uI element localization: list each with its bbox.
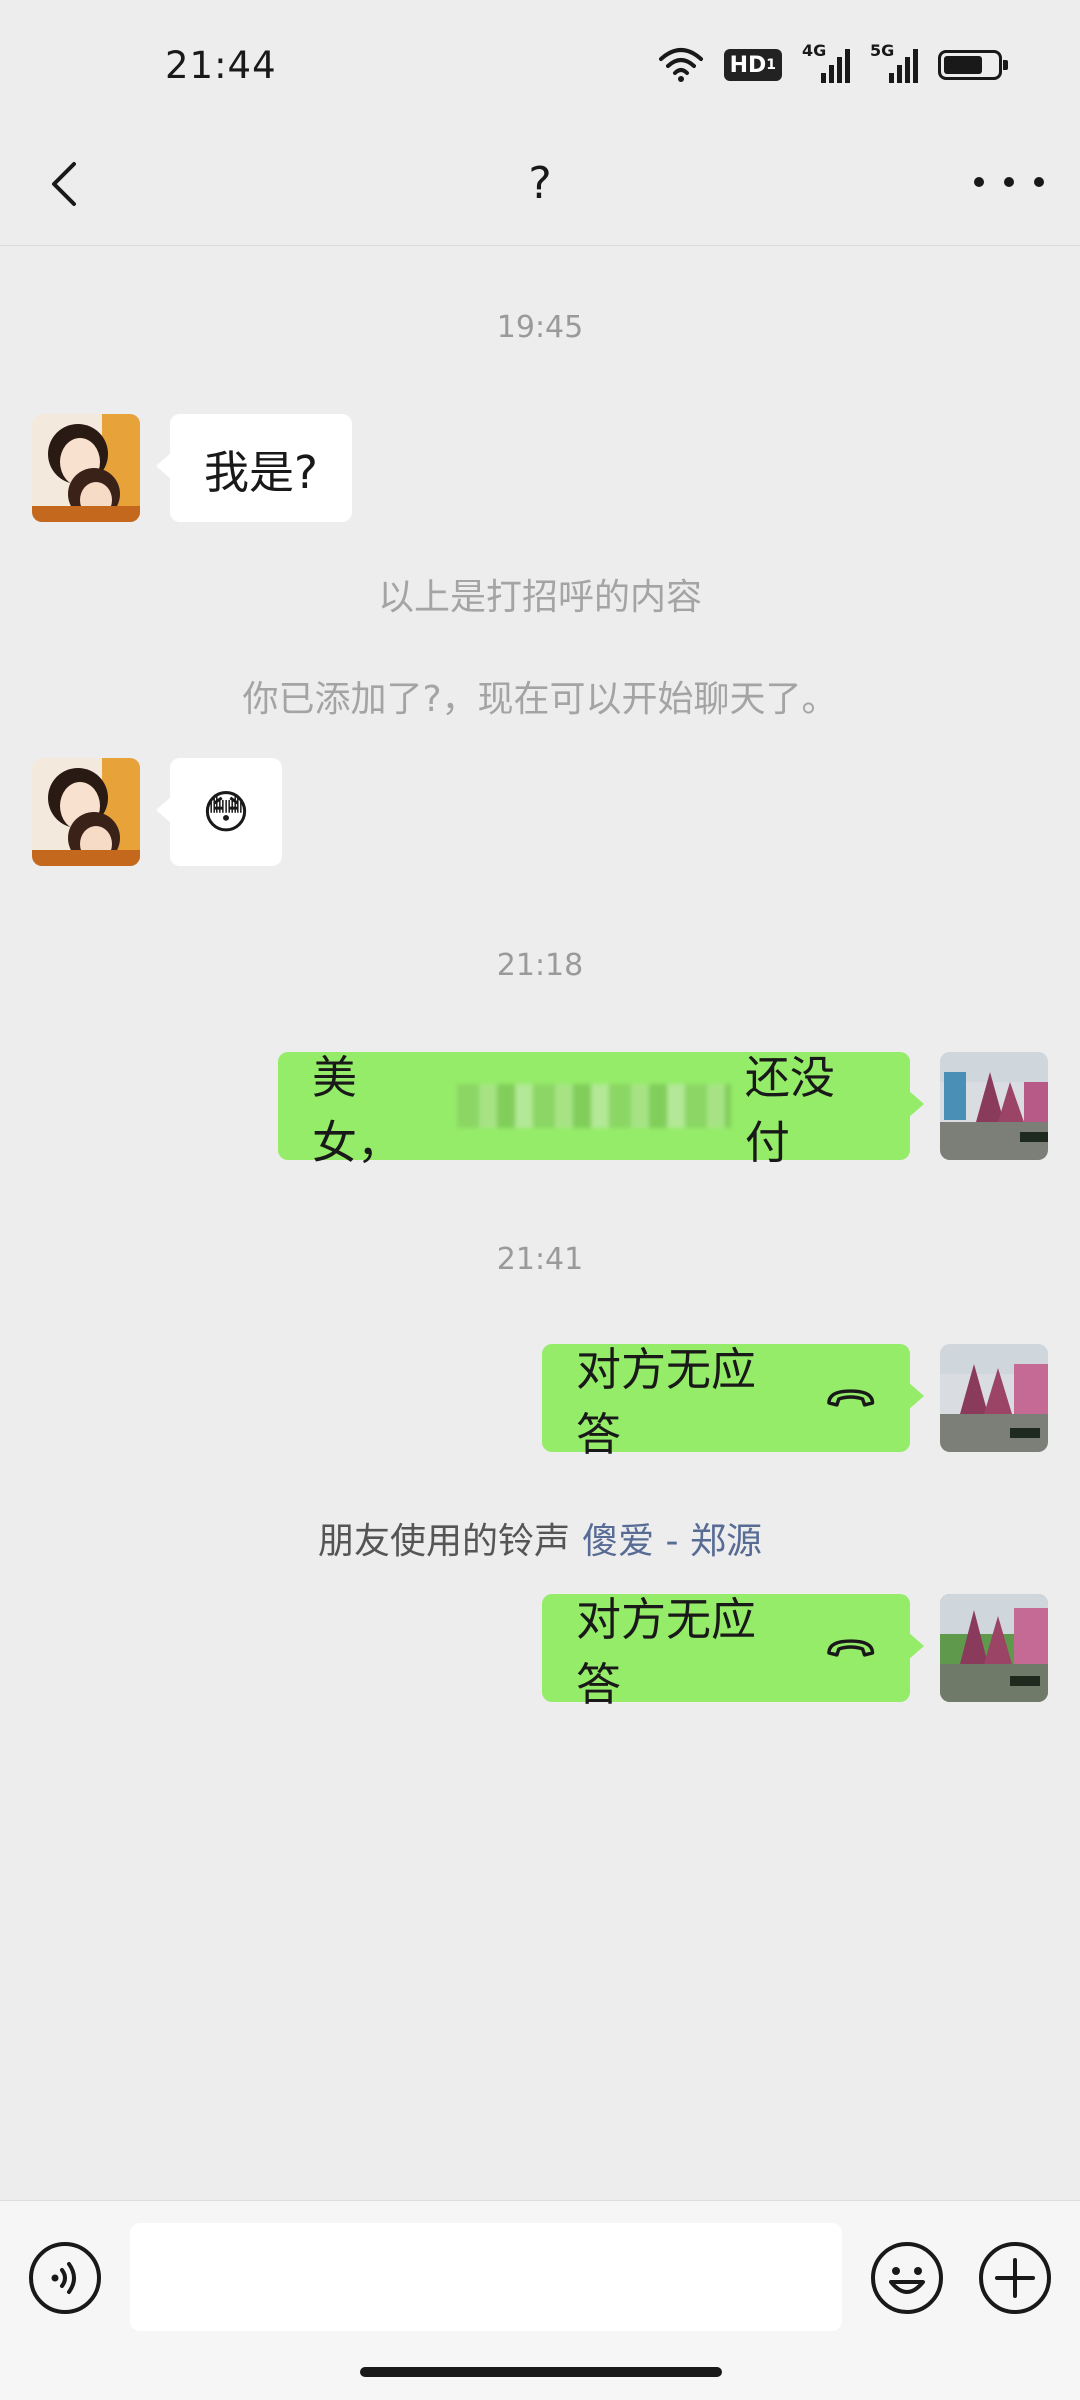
more-options-button[interactable] bbox=[974, 162, 1044, 202]
voice-input-button[interactable] bbox=[27, 2240, 103, 2316]
more-dot-icon bbox=[1004, 177, 1014, 187]
timestamp: 21:18 bbox=[496, 948, 584, 983]
call-record-bubble[interactable]: 对方无应答 bbox=[542, 1593, 924, 1711]
status-icons: HD 1 4G 5G bbox=[658, 41, 1008, 85]
hd-sub: 1 bbox=[766, 57, 776, 73]
ringtone-notice: 朋友使用的铃声 傻爱 - 郑源 bbox=[0, 1512, 1080, 1564]
chat-screen: 21:44 HD 1 4G 5G ? 19:45 我是? 以上是打招呼的内容 你… bbox=[0, 0, 1080, 2400]
redacted-text bbox=[457, 1084, 731, 1128]
my-avatar[interactable] bbox=[940, 1052, 1048, 1160]
emoji-button[interactable] bbox=[869, 2240, 945, 2316]
flushed-emoji: 😳 bbox=[202, 785, 250, 839]
my-avatar-image bbox=[940, 1344, 1048, 1452]
contact-avatar[interactable] bbox=[32, 758, 140, 866]
ringtone-song-link[interactable]: 傻爱 - 郑源 bbox=[582, 1521, 762, 1562]
status-bar: 21:44 HD 1 4G 5G bbox=[0, 0, 1080, 130]
my-avatar-image bbox=[940, 1594, 1048, 1702]
contact-avatar-image bbox=[32, 414, 140, 522]
more-functions-button[interactable] bbox=[977, 2240, 1053, 2316]
system-notice: 你已添加了?，现在可以开始聊天了。 bbox=[242, 679, 838, 720]
call-record-bubble[interactable]: 对方无应答 bbox=[542, 1343, 924, 1461]
ringtone-label: 朋友使用的铃声 bbox=[318, 1521, 571, 1562]
my-avatar[interactable] bbox=[940, 1594, 1048, 1702]
signal-5g-icon: 5G bbox=[870, 41, 918, 85]
voice-icon bbox=[29, 2242, 101, 2314]
message-list[interactable]: 19:45 我是? 以上是打招呼的内容 你已添加了?，现在可以开始聊天了。 😳 … bbox=[0, 246, 1080, 2200]
my-avatar-image bbox=[940, 1052, 1048, 1160]
contact-avatar-image bbox=[32, 758, 140, 866]
timestamp: 21:41 bbox=[496, 1242, 584, 1277]
more-dot-icon bbox=[1034, 177, 1044, 187]
message-input[interactable] bbox=[130, 2223, 842, 2331]
call-status-text: 对方无应答 bbox=[576, 1343, 757, 1461]
signal-4g-icon: 4G bbox=[802, 41, 850, 85]
home-indicator[interactable] bbox=[360, 2367, 722, 2377]
contact-avatar[interactable] bbox=[32, 414, 140, 522]
battery-icon bbox=[938, 50, 1008, 80]
phone-hangup-icon bbox=[826, 1639, 874, 1657]
my-avatar[interactable] bbox=[940, 1344, 1048, 1452]
message-text: 我是? bbox=[204, 445, 318, 499]
call-status-text: 对方无应答 bbox=[576, 1593, 757, 1711]
system-notice: 以上是打招呼的内容 bbox=[377, 577, 702, 618]
outgoing-message-bubble[interactable]: 美女， 还没付 bbox=[278, 1051, 924, 1169]
phone-hangup-icon bbox=[826, 1389, 874, 1407]
battery-fill bbox=[944, 56, 982, 74]
smiley-icon bbox=[871, 2242, 943, 2314]
incoming-message-bubble[interactable]: 我是? bbox=[156, 414, 352, 522]
hd-label: HD bbox=[729, 52, 767, 78]
timestamp: 19:45 bbox=[496, 310, 584, 345]
plus-circle-icon bbox=[979, 2242, 1051, 2314]
message-text-prefix: 美女， bbox=[312, 1051, 403, 1169]
incoming-emoji-bubble[interactable]: 😳 bbox=[156, 758, 282, 866]
more-dot-icon bbox=[974, 177, 984, 187]
wifi-icon bbox=[658, 48, 703, 82]
status-time: 21:44 bbox=[165, 44, 277, 87]
hd-voice-icon: HD 1 bbox=[723, 49, 782, 81]
chat-title: ? bbox=[528, 158, 552, 209]
message-text-suffix: 还没付 bbox=[744, 1051, 835, 1169]
chat-header: ? bbox=[0, 130, 1080, 246]
